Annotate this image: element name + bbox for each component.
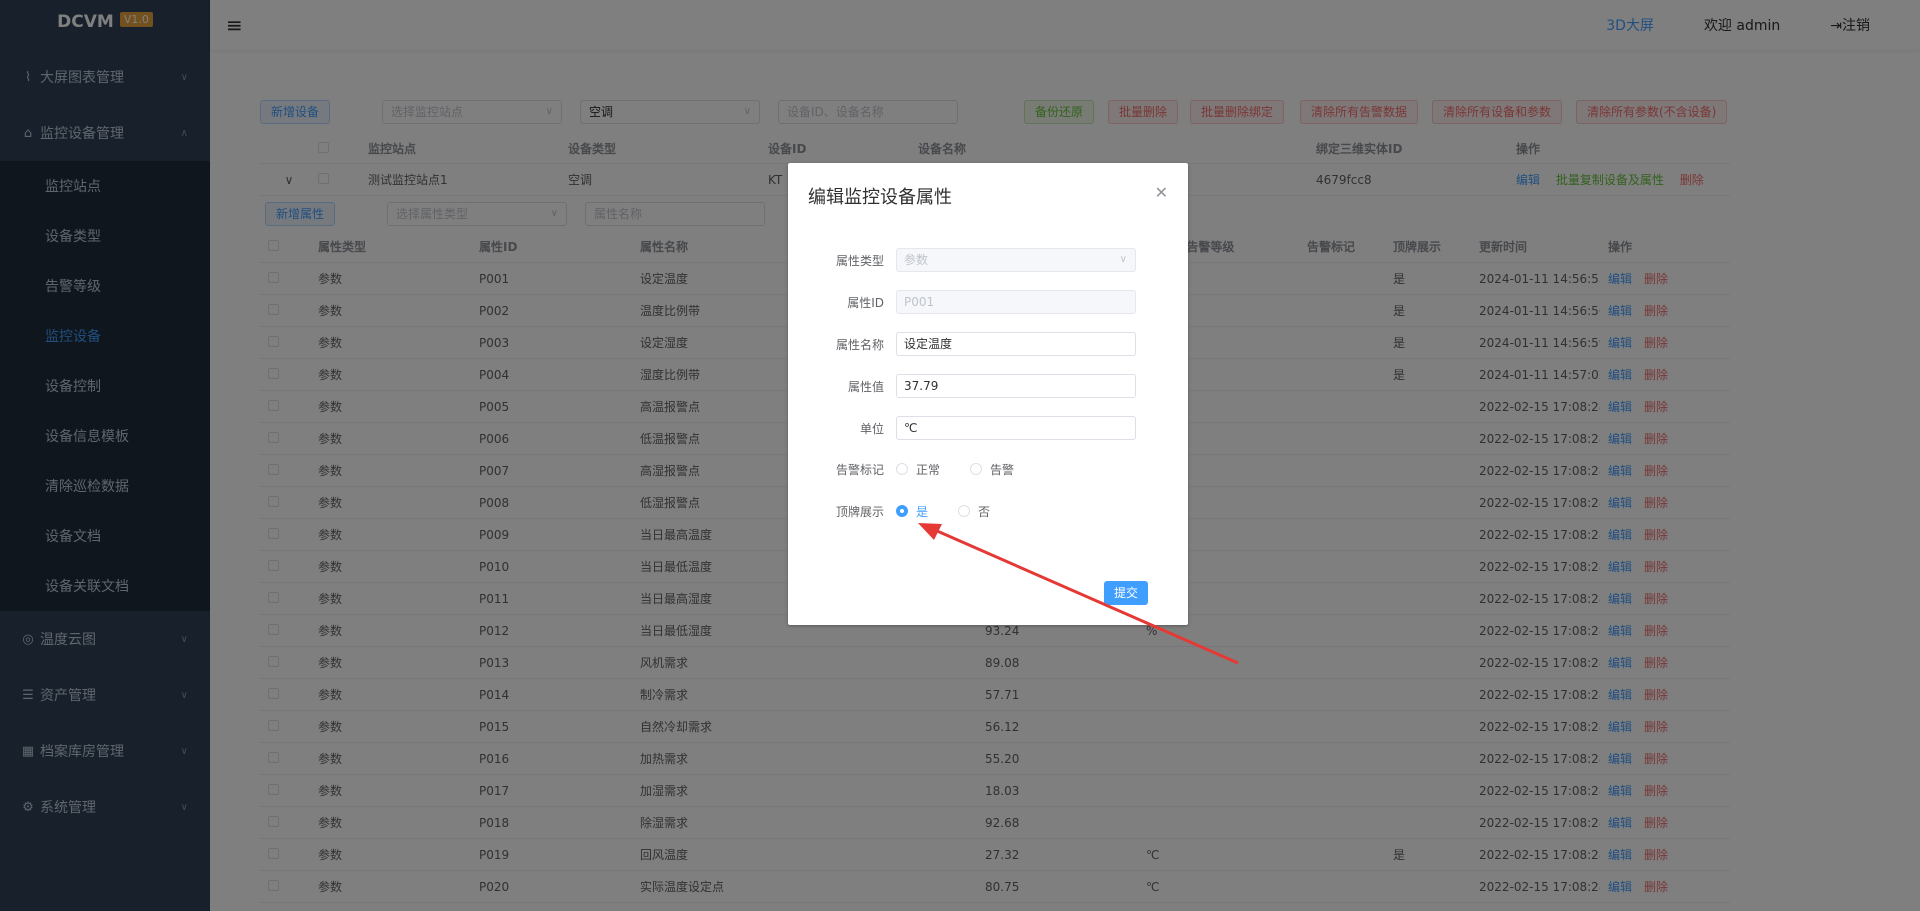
- top-yes-label: 是: [916, 504, 929, 519]
- top-yes-radio[interactable]: 是: [896, 503, 928, 520]
- alarm-label: 告警标记: [835, 462, 884, 477]
- radio-dot: [896, 463, 908, 475]
- type-label: 属性类型: [835, 253, 884, 268]
- form-row-name: 属性名称 设定温度: [808, 331, 1168, 357]
- top-no-radio[interactable]: 否: [958, 503, 990, 520]
- close-icon[interactable]: ✕: [1155, 183, 1168, 202]
- attr-unit-field[interactable]: ℃: [896, 416, 1136, 440]
- alarm-normal-radio[interactable]: 正常: [896, 461, 940, 478]
- top-display-label: 顶牌展示: [835, 504, 884, 519]
- attr-type-field[interactable]: 参数 ∨: [896, 248, 1136, 272]
- value-label: 属性值: [847, 379, 884, 394]
- form-row-top-display: 顶牌展示 是 否: [808, 498, 1168, 524]
- dialog-title: 编辑监控设备属性: [808, 187, 952, 208]
- top-no-label: 否: [978, 504, 991, 519]
- unit-label: 单位: [859, 421, 884, 436]
- attr-value-field[interactable]: 37.79: [896, 374, 1136, 398]
- chevron-down-icon: ∨: [1119, 254, 1127, 265]
- radio-dot: [896, 505, 908, 517]
- alarm-alarm-label: 告警: [990, 462, 1015, 477]
- form-row-alarm: 告警标记 正常 告警: [808, 456, 1168, 482]
- attr-id-field[interactable]: P001: [896, 290, 1136, 314]
- form-row-value: 属性值 37.79: [808, 373, 1168, 399]
- form-row-type: 属性类型 参数 ∨: [808, 247, 1168, 273]
- radio-dot: [970, 463, 983, 475]
- submit-button[interactable]: 提交: [1103, 581, 1148, 605]
- alarm-normal-label: 正常: [916, 462, 941, 477]
- edit-attribute-dialog: 编辑监控设备属性 ✕ 属性类型 参数 ∨ 属性ID P001 属性名称 设定温度 …: [788, 163, 1188, 625]
- id-label: 属性ID: [847, 295, 884, 310]
- attr-type-field-value: 参数: [904, 253, 929, 267]
- attr-name-field[interactable]: 设定温度: [896, 332, 1136, 356]
- alarm-alarm-radio[interactable]: 告警: [970, 461, 1014, 478]
- radio-dot: [958, 505, 971, 517]
- form-row-id: 属性ID P001: [808, 289, 1168, 315]
- name-label: 属性名称: [835, 337, 884, 352]
- form-row-unit: 单位 ℃: [808, 415, 1168, 441]
